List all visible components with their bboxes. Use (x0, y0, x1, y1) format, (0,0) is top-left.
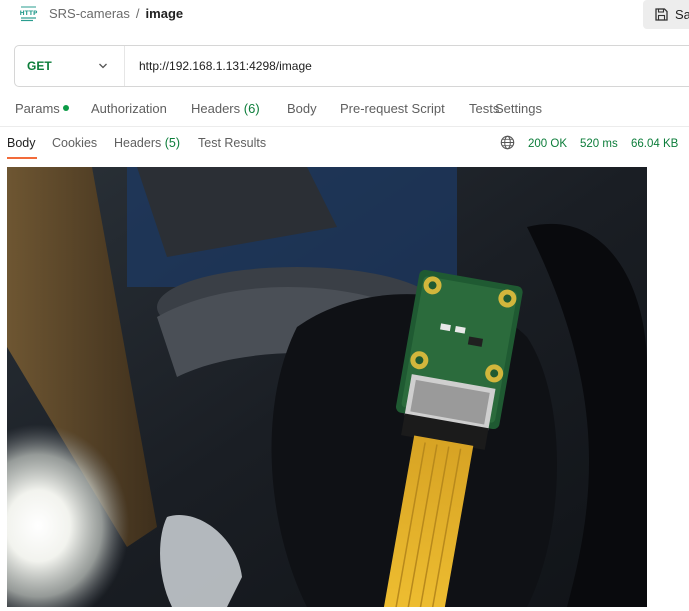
breadcrumb-separator: / (135, 6, 140, 21)
method-label: GET (27, 59, 52, 73)
response-size[interactable]: 66.04 KB (631, 137, 678, 151)
response-tab-headers[interactable]: Headers (5) (114, 135, 180, 151)
request-header: HTTP SRS-cameras / image Sa (0, 0, 689, 30)
active-tab-underline (7, 157, 37, 159)
response-tab-headers-count: (5) (164, 136, 181, 150)
section-divider (0, 126, 689, 127)
response-time[interactable]: 520 ms (580, 137, 618, 151)
tab-body[interactable]: Body (287, 100, 317, 118)
params-indicator-dot (62, 105, 69, 111)
save-icon (655, 8, 668, 21)
response-tab-cookies[interactable]: Cookies (52, 135, 97, 151)
tab-params[interactable]: Params (15, 100, 69, 118)
tab-headers-count: (6) (243, 101, 260, 116)
response-status[interactable]: 200 OK (528, 137, 567, 151)
chevron-down-icon (99, 63, 107, 69)
tab-settings[interactable]: Settings (495, 100, 542, 118)
breadcrumb-collection[interactable]: SRS-cameras (49, 6, 130, 21)
url-bar: GET http://192.168.1.131:4298/image (14, 45, 689, 87)
tab-authorization[interactable]: Authorization (91, 100, 167, 118)
globe-icon[interactable] (500, 135, 515, 150)
response-image-preview (7, 167, 647, 607)
tab-pre-request-script[interactable]: Pre-request Script (340, 100, 445, 118)
breadcrumb: SRS-cameras / image (49, 6, 183, 22)
svg-text:HTTP: HTTP (20, 10, 38, 17)
tab-headers[interactable]: Headers (6) (191, 100, 260, 118)
save-button[interactable]: Sa (643, 0, 689, 29)
tab-params-label: Params (15, 101, 60, 116)
save-button-label: Sa (675, 7, 689, 22)
camera-photo (7, 167, 647, 607)
http-request-icon: HTTP (20, 6, 38, 22)
tab-headers-label: Headers (191, 101, 241, 116)
response-tab-test-results[interactable]: Test Results (198, 135, 266, 151)
url-input[interactable]: http://192.168.1.131:4298/image (139, 59, 312, 73)
response-tab-headers-label: Headers (114, 136, 162, 150)
response-tab-body[interactable]: Body (7, 135, 36, 151)
request-tabs: Params Authorization Headers (6) Body Pr… (0, 100, 689, 120)
request-name[interactable]: image (146, 6, 184, 21)
method-selector[interactable]: GET (15, 46, 125, 86)
